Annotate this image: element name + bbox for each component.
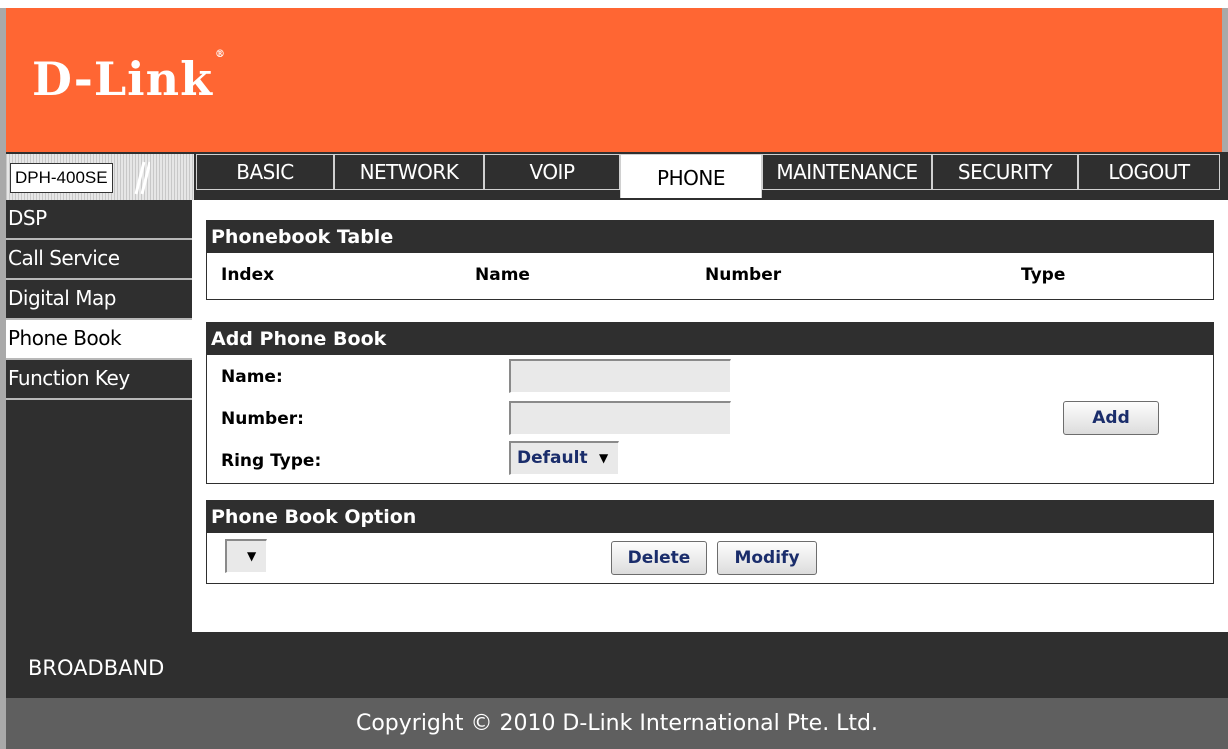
phone-book-entry-select[interactable]: ▼ xyxy=(225,539,267,573)
sidebar-item-digital-map[interactable]: Digital Map xyxy=(6,280,192,320)
tab-security[interactable]: SECURITY xyxy=(932,154,1078,190)
add-phone-book-title: Add Phone Book xyxy=(207,323,1213,355)
dlink-logo: D-Link ® xyxy=(32,48,226,106)
phonebook-table-title: Phonebook Table xyxy=(207,221,1213,253)
top-strip xyxy=(0,0,1228,8)
broadband-footer: BROADBAND xyxy=(6,632,1228,698)
model-badge: DPH-400SE xyxy=(6,154,194,200)
add-phone-book-form: Name: Number: Ring Type: Default ▼ Add xyxy=(207,355,1213,483)
phonebook-table: Phonebook Table Index Name Number Type xyxy=(206,220,1214,300)
chevron-down-icon: ▼ xyxy=(247,549,257,563)
modify-button[interactable]: Modify xyxy=(717,541,817,575)
phone-book-option-panel: Phone Book Option ▼ Delete Modify xyxy=(206,500,1214,584)
ring-type-label: Ring Type: xyxy=(221,451,322,471)
phone-book-option-title: Phone Book Option xyxy=(207,501,1213,533)
sidebar-item-phone-book[interactable]: Phone Book xyxy=(6,320,192,360)
top-nav: DPH-400SE BASIC NETWORK VOIP PHONE MAINT… xyxy=(6,152,1228,200)
name-label: Name: xyxy=(221,367,283,387)
slash-decoration-icon xyxy=(134,161,150,195)
sidebar-item-dsp[interactable]: DSP xyxy=(6,200,192,240)
phonebook-table-header-row: Index Name Number Type xyxy=(207,253,1213,299)
tab-maintenance[interactable]: MAINTENANCE xyxy=(762,154,932,190)
sidebar-item-function-key[interactable]: Function Key xyxy=(6,360,192,400)
tab-logout[interactable]: LOGOUT xyxy=(1078,154,1220,190)
phone-book-option-controls: ▼ Delete Modify xyxy=(207,533,1213,583)
copyright-footer: Copyright © 2010 D-Link International Pt… xyxy=(6,698,1228,749)
sidebar-item-call-service[interactable]: Call Service xyxy=(6,240,192,280)
main-content: Phonebook Table Index Name Number Type A… xyxy=(192,200,1228,632)
column-number: Number xyxy=(705,265,782,285)
tab-voip[interactable]: VOIP xyxy=(484,154,620,190)
ring-type-select[interactable]: Default ▼ xyxy=(509,441,619,475)
tab-basic[interactable]: BASIC xyxy=(196,154,334,190)
model-name: DPH-400SE xyxy=(10,163,113,193)
name-input[interactable] xyxy=(509,359,731,393)
tab-phone[interactable]: PHONE xyxy=(620,154,762,198)
number-label: Number: xyxy=(221,409,304,429)
chevron-down-icon: ▼ xyxy=(599,451,609,465)
add-phone-book-panel: Add Phone Book Name: Number: Ring Type: … xyxy=(206,322,1214,484)
delete-button[interactable]: Delete xyxy=(611,541,707,575)
column-type: Type xyxy=(1021,265,1066,285)
number-input[interactable] xyxy=(509,401,731,435)
header-banner: D-Link ® xyxy=(0,8,1228,152)
column-index: Index xyxy=(221,265,275,285)
column-name: Name xyxy=(475,265,530,285)
tab-network[interactable]: NETWORK xyxy=(334,154,484,190)
sidebar: DSP Call Service Digital Map Phone Book … xyxy=(6,200,192,632)
ring-type-value: Default xyxy=(517,448,588,468)
add-button[interactable]: Add xyxy=(1063,401,1159,435)
